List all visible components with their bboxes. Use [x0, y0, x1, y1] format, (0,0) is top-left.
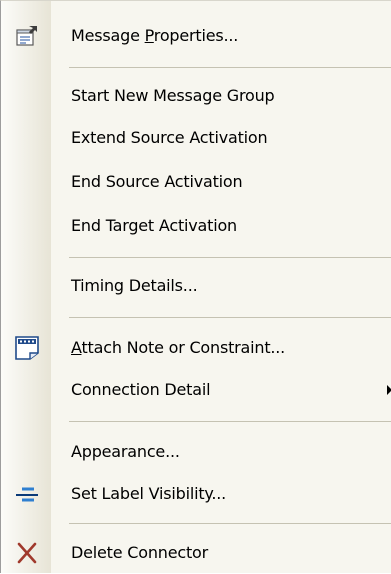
menu-item-message-properties[interactable]: Message Properties...	[1, 15, 391, 57]
menu-item-label: Attach Note or Constraint...	[71, 338, 286, 357]
menu-item-delete-connector[interactable]: Delete Connector	[1, 532, 391, 574]
menu-item-label: Extend Source Activation	[71, 128, 268, 147]
menu-separator	[69, 257, 391, 258]
menu-item-label: End Target Activation	[71, 216, 237, 235]
menu-item-set-label-visibility[interactable]: Set Label Visibility...	[1, 473, 391, 515]
context-menu: Message Properties... Start New Message …	[0, 0, 391, 573]
menu-item-label: Connection Detail	[71, 380, 211, 399]
label-visibility-icon	[14, 481, 40, 507]
menu-item-label: Message Properties...	[71, 26, 239, 45]
menu-separator	[69, 421, 391, 422]
menu-item-extend-source-activation[interactable]: Extend Source Activation	[1, 117, 391, 159]
message-properties-icon	[14, 23, 40, 49]
menu-item-start-new-message-group[interactable]: Start New Message Group	[1, 75, 391, 117]
submenu-arrow-icon	[387, 385, 391, 395]
menu-item-label: Timing Details...	[71, 276, 198, 295]
menu-item-label: Set Label Visibility...	[71, 484, 227, 503]
menu-item-label: End Source Activation	[71, 172, 243, 191]
menu-item-label: Start New Message Group	[71, 86, 275, 105]
menu-item-attach-note[interactable]: Attach Note or Constraint...	[1, 327, 391, 369]
menu-item-appearance[interactable]: Appearance...	[1, 431, 391, 473]
menu-separator	[69, 523, 391, 524]
note-icon	[14, 335, 40, 361]
delete-icon	[14, 540, 40, 566]
menu-item-label: Appearance...	[71, 442, 180, 461]
menu-item-connection-detail[interactable]: Connection Detail	[1, 369, 391, 411]
menu-item-label: Delete Connector	[71, 543, 208, 562]
menu-item-timing-details[interactable]: Timing Details...	[1, 265, 391, 307]
menu-item-end-target-activation[interactable]: End Target Activation	[1, 205, 391, 247]
menu-separator	[69, 67, 391, 68]
menu-item-end-source-activation[interactable]: End Source Activation	[1, 161, 391, 203]
menu-separator	[69, 317, 391, 318]
